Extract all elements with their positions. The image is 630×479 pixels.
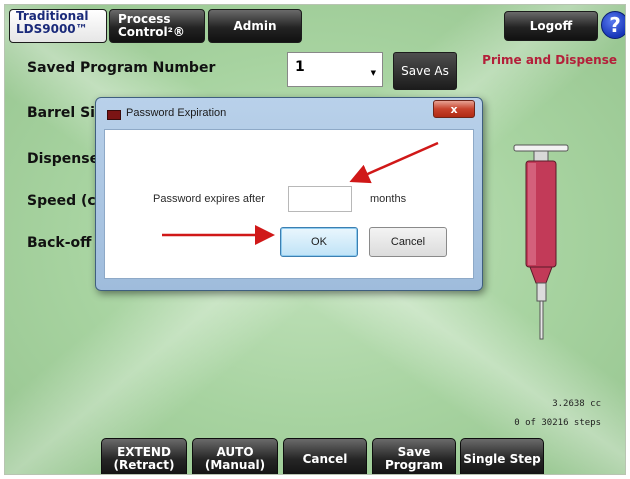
help-icon[interactable]: ? <box>601 11 625 39</box>
speed-label: Speed (cc <box>27 193 104 209</box>
mode-title: Prime and Dispense <box>482 53 617 67</box>
barrel-size-label: Barrel Siz <box>27 105 104 121</box>
dialog-cancel-button[interactable]: Cancel <box>369 227 447 257</box>
saved-program-label: Saved Program Number <box>27 60 216 76</box>
tab-traditional-line2: LDS9000™ <box>16 22 88 36</box>
close-icon[interactable]: x <box>433 100 475 118</box>
dialog-body: Password expires after months OK Cancel <box>104 129 474 279</box>
program-number-select[interactable]: 1 ▼ <box>287 52 383 87</box>
auto-line2: (Manual) <box>204 458 266 472</box>
tab-process-control[interactable]: Process Control²® <box>109 9 205 43</box>
months-unit-label: months <box>370 193 407 205</box>
dialog-app-icon <box>107 110 121 120</box>
cancel-label: Cancel <box>302 451 348 466</box>
logoff-label: Logoff <box>529 18 573 33</box>
steps-readout: 0 of 30216 steps <box>514 418 601 428</box>
logoff-button[interactable]: Logoff <box>504 11 598 41</box>
extend-line2: (Retract) <box>113 458 175 472</box>
auto-button[interactable]: AUTO (Manual) <box>192 438 278 474</box>
tab-admin-label: Admin <box>233 18 277 33</box>
expiration-months-input[interactable] <box>288 186 352 212</box>
dispense-label: Dispense <box>27 151 100 167</box>
password-expiration-dialog: Password Expiration x Password expires a… <box>95 97 483 291</box>
save-line2: Program <box>384 458 444 472</box>
backoff-label: Back-off ( <box>27 235 103 251</box>
tab-admin[interactable]: Admin <box>208 9 302 43</box>
extend-button[interactable]: EXTEND (Retract) <box>101 438 187 474</box>
save-program-button[interactable]: Save Program <box>372 438 456 474</box>
dialog-title: Password Expiration <box>126 107 227 119</box>
ok-button[interactable]: OK <box>280 227 358 257</box>
single-step-label: Single Step <box>463 451 541 466</box>
dropdown-caret-icon: ▼ <box>370 69 376 77</box>
password-expires-label: Password expires after <box>153 193 265 205</box>
program-number-value: 1 <box>295 59 305 75</box>
syringe-graphic <box>513 144 569 340</box>
cancel-button[interactable]: Cancel <box>283 438 367 474</box>
single-step-button[interactable]: Single Step <box>460 438 544 474</box>
save-as-button[interactable]: Save As <box>393 52 457 90</box>
volume-readout: 3.2638 cc <box>552 399 601 409</box>
tab-traditional[interactable]: Traditional LDS9000™ <box>9 9 107 43</box>
tab-process-line2: Control²® <box>118 25 185 39</box>
